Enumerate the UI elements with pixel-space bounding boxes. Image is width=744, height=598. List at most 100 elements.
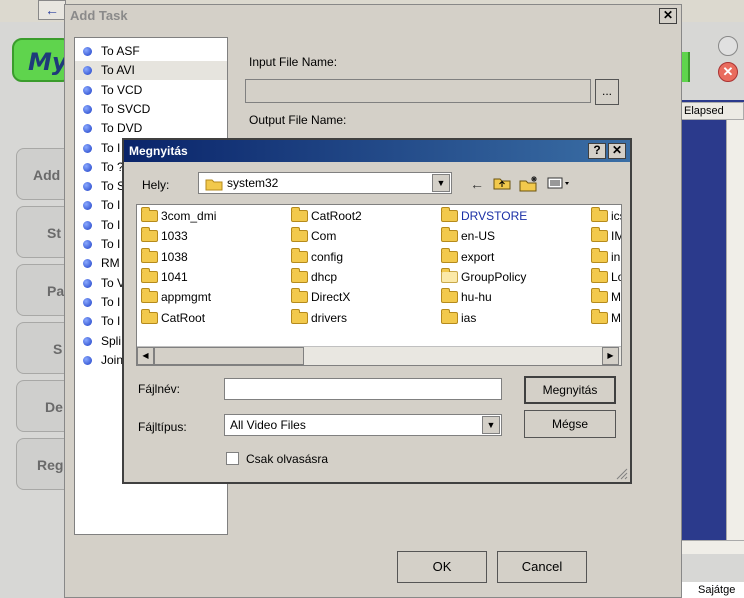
scroll-thumb[interactable] [154, 347, 304, 365]
folder-name: M [611, 310, 621, 325]
folder-item[interactable]: DirectX [289, 288, 350, 306]
folder-icon [441, 207, 458, 222]
up-folder-icon[interactable] [492, 176, 512, 192]
bullet-icon [83, 182, 92, 192]
cancel-button[interactable]: Cancel [497, 551, 587, 583]
folder-item[interactable]: Lo [589, 267, 621, 286]
folder-icon [291, 308, 308, 324]
chevron-down-icon[interactable]: ▼ [432, 174, 450, 192]
column-header-elapsed[interactable]: Elapsed [680, 102, 744, 120]
task-item[interactable]: To DVD [75, 119, 227, 138]
folder-icon [591, 267, 608, 283]
ok-button[interactable]: OK [397, 551, 487, 583]
folder-item[interactable]: in [589, 247, 620, 266]
folder-name: dhcp [311, 269, 338, 284]
folder-item[interactable]: 1033 [139, 227, 188, 245]
app-logo: My [12, 38, 72, 82]
folder-item[interactable]: IM [589, 227, 621, 245]
minimize-button[interactable] [718, 36, 738, 56]
filetype-select[interactable]: All Video Files [224, 414, 502, 436]
task-item-label: To I [101, 198, 121, 213]
chevron-down-icon[interactable]: ▼ [482, 416, 500, 434]
side-button-pause[interactable]: Pa [16, 264, 70, 316]
bullet-icon [83, 85, 92, 95]
close-icon[interactable]: ✕ [608, 143, 626, 159]
folder-name: ics [611, 209, 621, 223]
browse-input-button[interactable]: ... [595, 79, 619, 105]
folder-item[interactable]: hu-hu [439, 288, 492, 306]
resize-grip-icon[interactable] [614, 466, 628, 480]
filename-input[interactable] [224, 378, 502, 400]
side-button-register[interactable]: Reg [16, 438, 70, 490]
readonly-checkbox[interactable] [226, 452, 239, 465]
folder-item[interactable]: appmgmt [139, 288, 211, 306]
new-folder-icon[interactable] [518, 176, 540, 192]
folder-item[interactable]: 1041 [139, 267, 188, 286]
side-button-label: S [53, 341, 63, 357]
side-button-label: Pa [47, 283, 65, 299]
back-arrow-icon[interactable]: ← [468, 176, 486, 192]
folder-item[interactable]: dhcp [289, 267, 338, 286]
folder-item[interactable]: 1038 [139, 247, 188, 266]
scroll-left-icon[interactable]: ◀ [137, 347, 154, 365]
task-item-label: Join [101, 352, 124, 367]
task-queue-hscrollbar[interactable] [680, 540, 744, 554]
folder-icon [441, 267, 458, 283]
folder-item[interactable]: export [439, 247, 494, 266]
scroll-right-icon[interactable]: ▶ [602, 347, 619, 365]
folder-item[interactable]: CatRoot2 [289, 207, 362, 225]
folder-icon [591, 247, 608, 263]
open-button[interactable]: Megnyitás [524, 376, 616, 404]
task-item-label: To I [101, 217, 121, 232]
side-button-delete[interactable]: De [16, 380, 70, 432]
open-dialog-title: Megnyitás [124, 140, 630, 162]
side-button-start[interactable]: St [16, 206, 70, 258]
folder-item[interactable]: M [589, 288, 621, 306]
side-button-label: St [47, 225, 61, 241]
help-icon[interactable]: ? [588, 143, 606, 159]
task-item-label: To AVI [101, 63, 135, 78]
bullet-icon [83, 201, 92, 211]
app-close-button[interactable]: ✕ [718, 62, 738, 82]
bullet-icon [83, 143, 92, 153]
location-combo[interactable]: system32 [198, 172, 452, 194]
location-value: system32 [227, 176, 279, 190]
input-file-field[interactable] [245, 79, 591, 103]
view-menu-icon[interactable] [546, 176, 572, 192]
folder-item[interactable]: en-US [439, 227, 495, 245]
file-list-hscrollbar[interactable]: ◀ ▶ [137, 346, 621, 365]
folder-item[interactable]: drivers [289, 308, 347, 327]
cancel-button[interactable]: Mégse [524, 410, 616, 438]
folder-item[interactable]: 3com_dmi [139, 207, 216, 225]
task-item-label: To I [101, 294, 121, 309]
bullet-icon [83, 240, 92, 249]
task-item-label: Spli [101, 333, 122, 348]
bullet-icon [83, 124, 92, 134]
task-item[interactable]: To AVI [75, 61, 227, 81]
folder-item[interactable]: config [289, 247, 343, 266]
task-item[interactable]: To VCD [75, 81, 227, 100]
task-item[interactable]: To SVCD [75, 100, 227, 119]
bullet-icon [83, 336, 92, 346]
side-button-stop[interactable]: S [16, 322, 70, 374]
folder-item[interactable]: ics [589, 207, 621, 225]
folder-icon [441, 308, 458, 324]
folder-item[interactable]: GroupPolicy [439, 267, 526, 286]
task-item[interactable]: To ASF [75, 42, 227, 61]
folder-item[interactable]: Com [289, 227, 336, 245]
folder-item[interactable]: M [589, 308, 621, 327]
file-list[interactable]: 3com_dmi 1033 1038 1041 appmgmt CatRoot CatRoo… [136, 204, 622, 366]
folder-name: DRVSTORE [461, 209, 528, 223]
folder-item[interactable]: CatRoot [139, 308, 205, 327]
side-button-add[interactable]: Add [16, 148, 70, 200]
task-queue-scrollbar[interactable] [726, 120, 744, 540]
task-item-label: To SVCD [101, 101, 151, 116]
close-icon[interactable]: ✕ [659, 8, 677, 24]
folder-item[interactable]: ias [439, 308, 476, 327]
folder-name: IM [611, 229, 621, 244]
back-arrow-icon[interactable]: ← [38, 0, 66, 20]
bullet-icon [83, 104, 92, 114]
taskbar-item[interactable]: Sajátge [680, 582, 744, 598]
folder-icon [441, 288, 458, 304]
folder-item[interactable]: DRVSTORE [439, 207, 527, 225]
